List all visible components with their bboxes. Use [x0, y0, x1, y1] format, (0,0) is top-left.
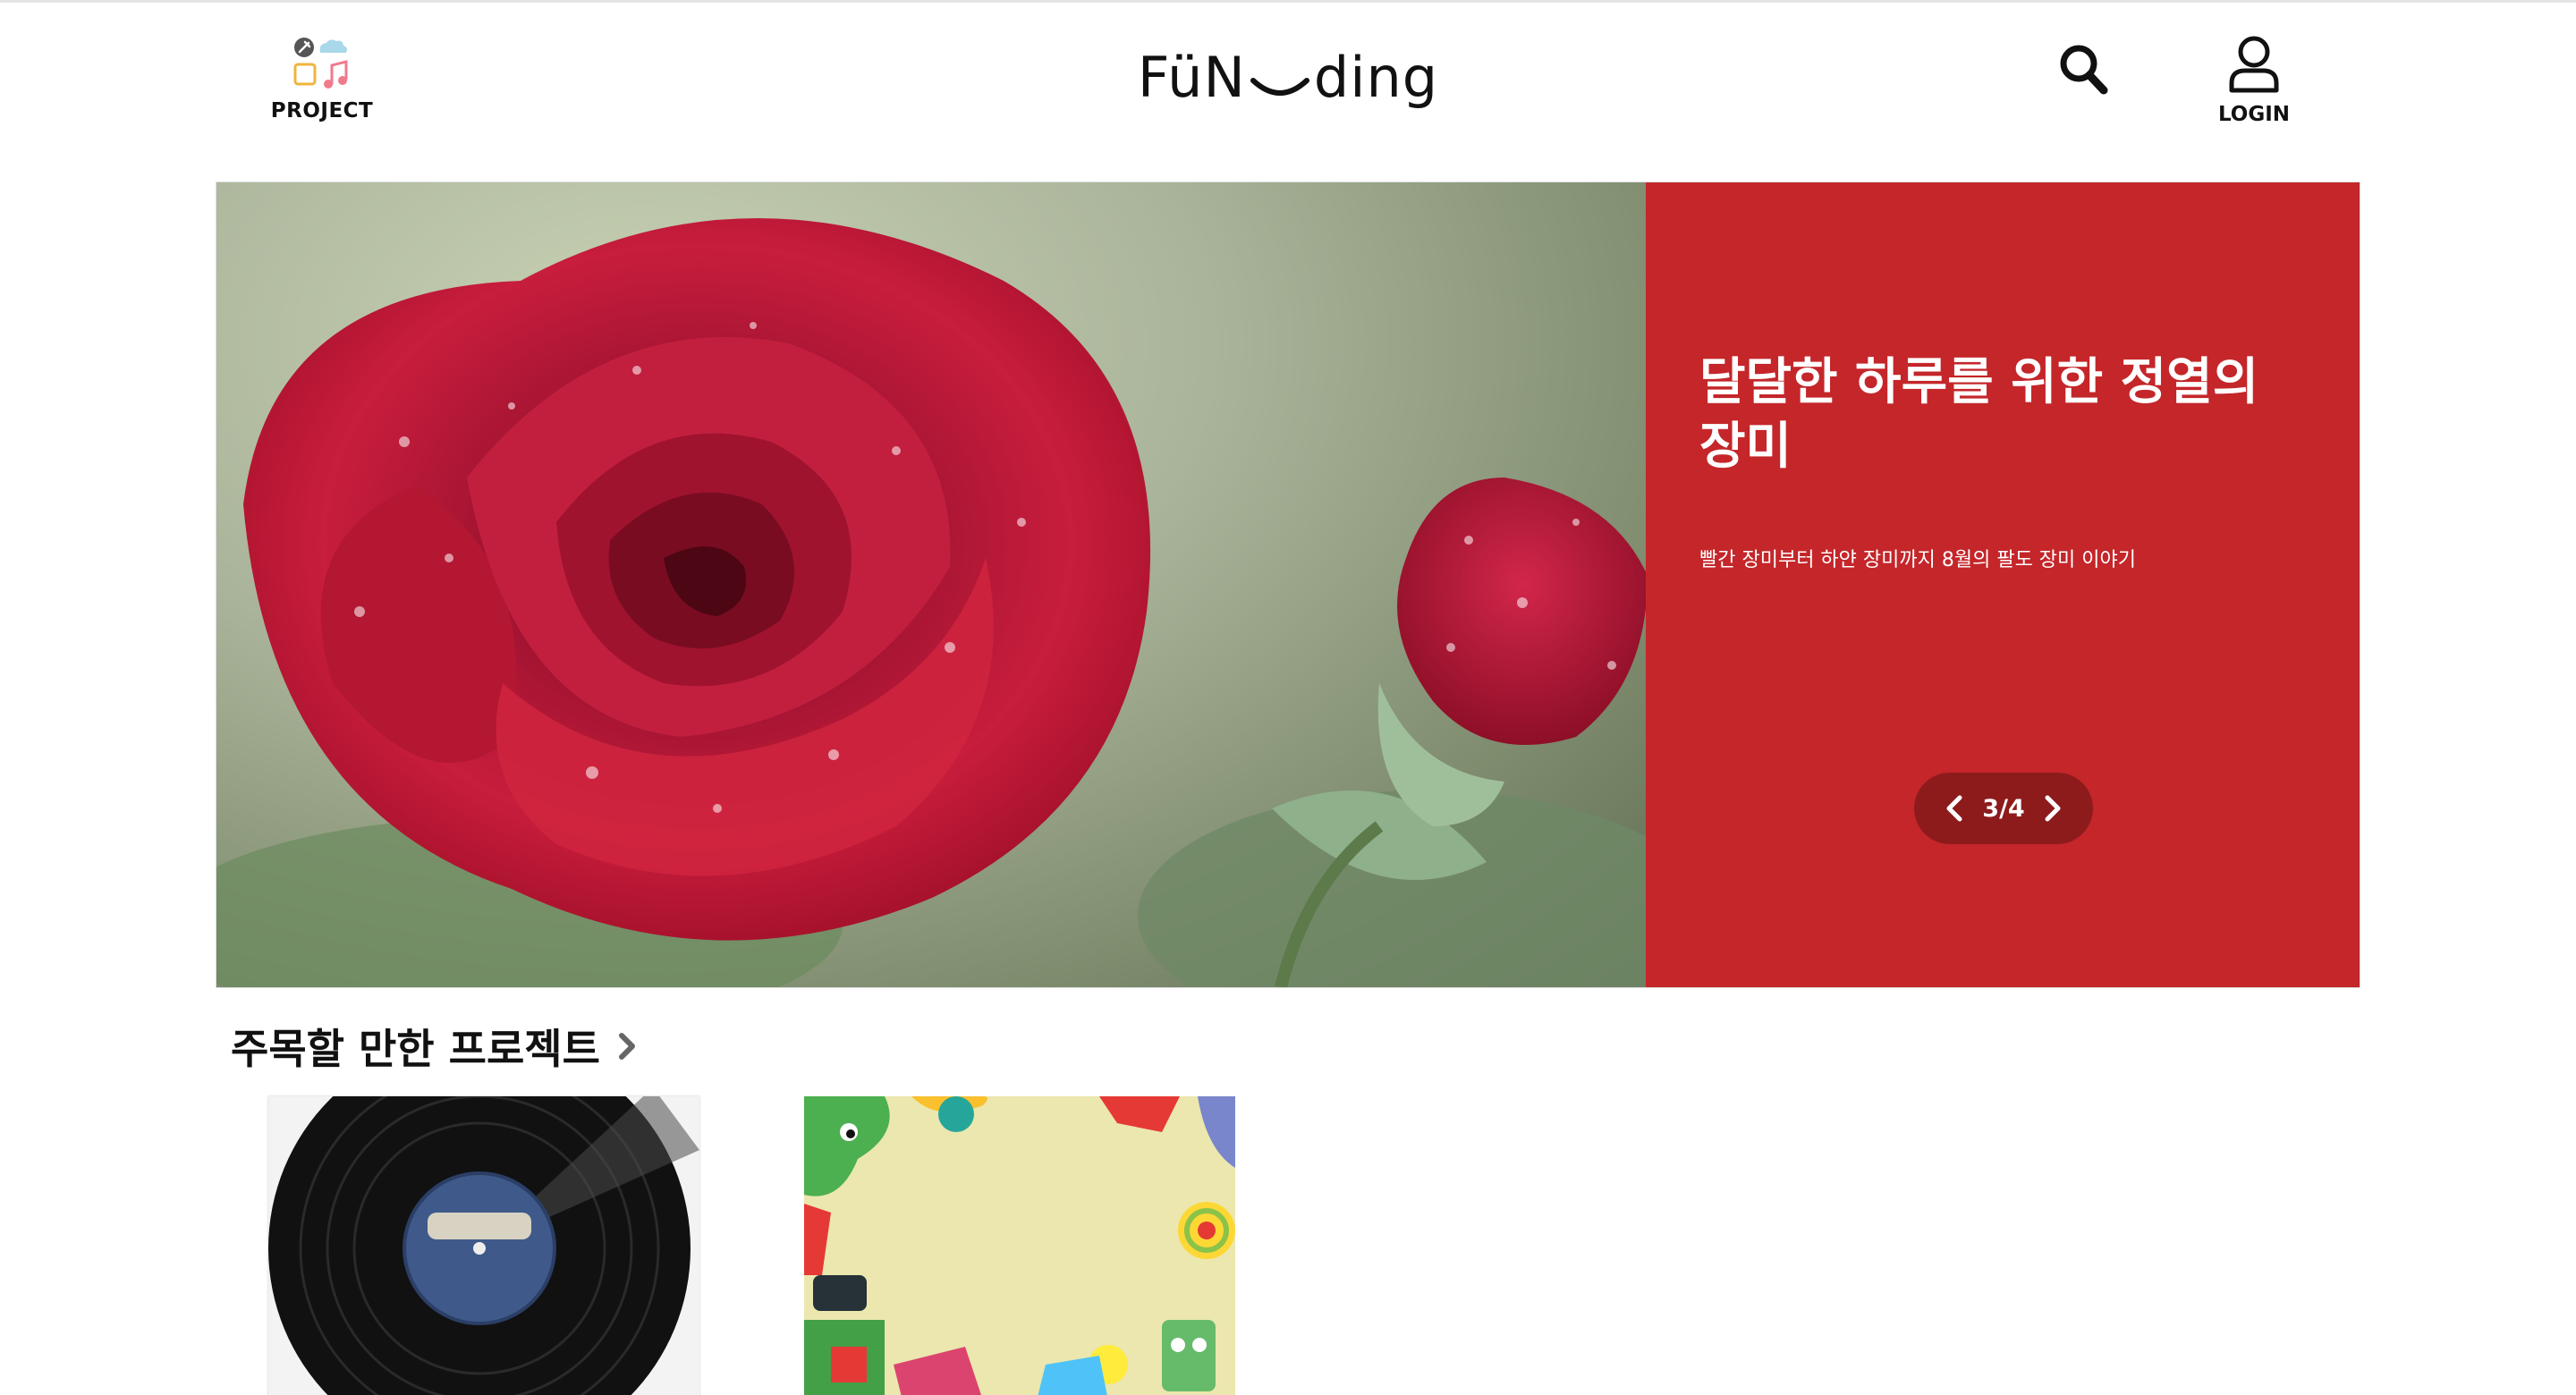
- site-logo[interactable]: FüN ding: [1138, 37, 1437, 117]
- next-slide-button[interactable]: [2039, 790, 2066, 826]
- featured-projects-link[interactable]: 주목할 만한 프로젝트: [231, 1019, 638, 1073]
- featured-projects-title: 주목할 만한 프로젝트: [231, 1025, 600, 1073]
- site-header: PROJECT FüN ding LOGIN: [0, 3, 2576, 173]
- project-category-icon: [291, 35, 353, 90]
- previous-slide-button[interactable]: [1941, 790, 1968, 826]
- logo-text-left: FüN: [1137, 44, 1246, 110]
- hero-title: 달달한 하루를 위한 정열의 장미: [1699, 353, 2259, 476]
- search-icon: [2060, 45, 2108, 95]
- logo-smile-icon: [1248, 50, 1312, 104]
- project-card[interactable]: [268, 1096, 699, 1395]
- search-button[interactable]: [2057, 42, 2109, 97]
- login-label: LOGIN: [2217, 103, 2291, 126]
- chevron-right-icon: [618, 1033, 635, 1060]
- user-icon: [2229, 36, 2279, 93]
- project-menu-button[interactable]: PROJECT: [268, 35, 376, 130]
- project-label: PROJECT: [270, 99, 374, 123]
- slide-counter: 3/4: [1982, 794, 2025, 823]
- hero-banner[interactable]: 달달한 하루를 위한 정열의 장미 빨간 장미부터 하얀 장미까지 8월의 팔도…: [216, 182, 2360, 988]
- vinyl-record-image: [268, 1096, 699, 1395]
- chevron-left-icon: [1946, 795, 1962, 822]
- logo-text-right: ding: [1313, 44, 1439, 110]
- hero-subtitle: 빨간 장미부터 하얀 장미까지 8월의 팔도 장미 이야기: [1699, 549, 2136, 571]
- hero-text-panel: 달달한 하루를 위한 정열의 장미 빨간 장미부터 하얀 장미까지 8월의 팔도…: [1646, 182, 2360, 987]
- slide-pager: 3/4: [1914, 773, 2093, 844]
- toy-illustration-image: [804, 1096, 1235, 1395]
- chevron-right-icon: [2045, 795, 2061, 822]
- login-button[interactable]: LOGIN: [2209, 35, 2299, 130]
- project-card[interactable]: [804, 1096, 1235, 1395]
- hero-image: [216, 182, 1646, 987]
